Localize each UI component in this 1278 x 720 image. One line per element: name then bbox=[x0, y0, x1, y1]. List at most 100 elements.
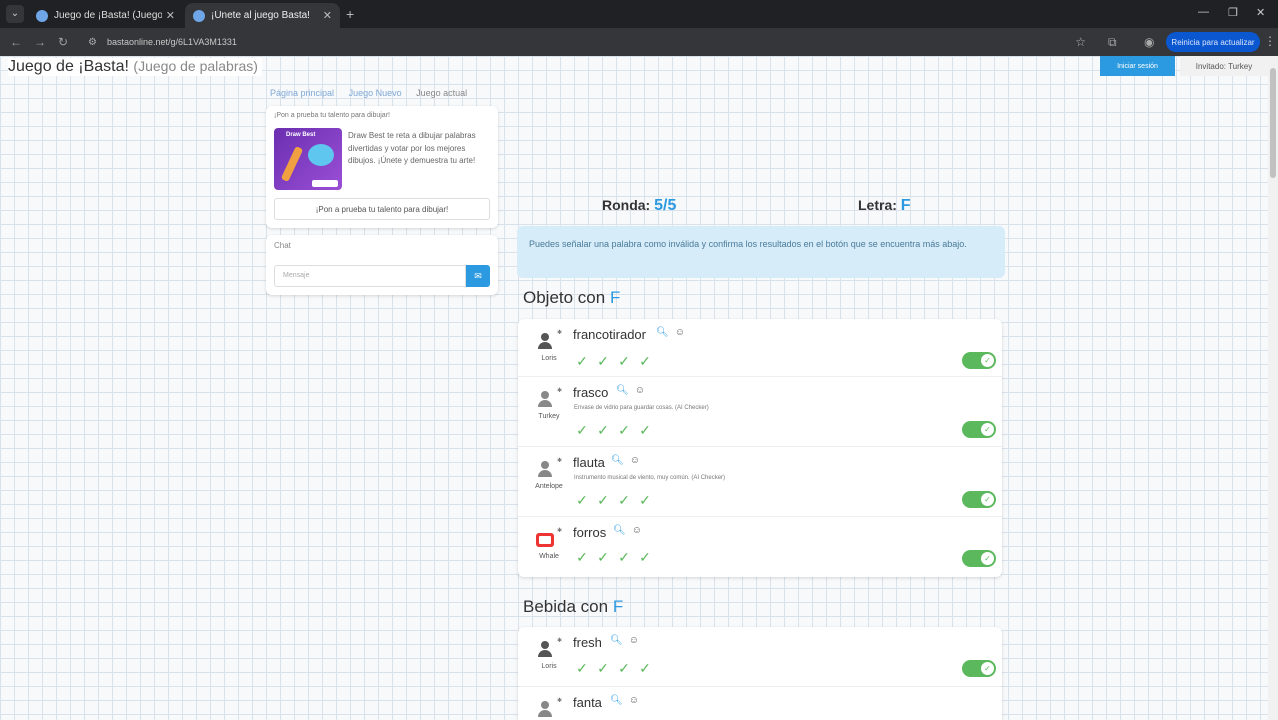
check-icon[interactable]: ✓ bbox=[574, 660, 590, 676]
search-icon[interactable]: 🔍︎ bbox=[656, 327, 669, 338]
asterisk-icon: ✱ bbox=[557, 458, 563, 464]
check-icon[interactable]: ✓ bbox=[574, 492, 590, 508]
close-tab-icon[interactable]: ✕ bbox=[166, 9, 175, 22]
send-message-icon[interactable]: ✉ bbox=[466, 265, 490, 287]
check-icon[interactable]: ✓ bbox=[595, 353, 611, 369]
valid-toggle[interactable]: ✓ bbox=[962, 660, 996, 677]
check-icon[interactable]: ✓ bbox=[616, 660, 632, 676]
player-avatar-icon bbox=[536, 461, 554, 479]
player-avatar-icon bbox=[536, 333, 554, 351]
asterisk-icon: ✱ bbox=[557, 528, 563, 534]
promo-logo-text: Draw Best bbox=[286, 132, 316, 138]
site-title-main: Juego de ¡Basta! bbox=[8, 58, 129, 75]
vote-checks: ✓ ✓ ✓ ✓ bbox=[574, 660, 653, 676]
search-icon[interactable]: 🔍︎ bbox=[616, 385, 629, 396]
chat-card: Chat Mensaje ✉ bbox=[266, 235, 498, 295]
extensions-icon[interactable]: ⧉ bbox=[1108, 35, 1117, 50]
scrollbar-thumb[interactable] bbox=[1270, 68, 1276, 178]
login-button[interactable]: Iniciar sesión bbox=[1100, 56, 1175, 76]
check-icon[interactable]: ✓ bbox=[616, 549, 632, 565]
update-button[interactable]: Reinicia para actualizar bbox=[1166, 32, 1260, 52]
check-icon[interactable]: ✓ bbox=[616, 353, 632, 369]
tab-label: ¡Únete al juego Basta! bbox=[211, 10, 310, 21]
page-title: Juego de ¡Basta! (Juego de palabras) bbox=[8, 58, 262, 76]
minimize-icon[interactable]: — bbox=[1198, 6, 1209, 18]
word-actions: 🔍︎ ☺ bbox=[610, 635, 639, 646]
check-icon[interactable]: ✓ bbox=[595, 549, 611, 565]
category-card: ✱ Loris francotirador 🔍︎ ☺ ✓ ✓ ✓ ✓ ✓ ✱ Tu… bbox=[518, 319, 1002, 577]
check-icon[interactable]: ✓ bbox=[637, 660, 653, 676]
emoji-face-icon[interactable]: ☺ bbox=[635, 385, 645, 396]
word-entry: ✱ Loris francotirador 🔍︎ ☺ ✓ ✓ ✓ ✓ ✓ bbox=[518, 319, 1002, 377]
maximize-icon[interactable]: ❐ bbox=[1228, 6, 1238, 19]
emoji-face-icon[interactable]: ☺ bbox=[675, 327, 685, 338]
check-icon[interactable]: ✓ bbox=[595, 492, 611, 508]
breadcrumb-new-game[interactable]: Juego Nuevo bbox=[349, 88, 402, 98]
vote-checks: ✓ ✓ ✓ ✓ bbox=[574, 492, 653, 508]
new-tab-icon[interactable]: + bbox=[346, 6, 354, 22]
word-entry: ✱ Turkey frasco 🔍︎ ☺ Envase de vidrio par… bbox=[518, 377, 1002, 447]
check-icon[interactable]: ✓ bbox=[637, 549, 653, 565]
browser-toolbar: ← → ↻ ⚙ bastaonline.net/g/6L1VA3M1331 ☆ … bbox=[0, 28, 1278, 56]
word-text: fresh bbox=[573, 635, 602, 650]
promo-button[interactable]: ¡Pon a prueba tu talento para dibujar! bbox=[274, 198, 490, 220]
check-icon[interactable]: ✓ bbox=[595, 422, 611, 438]
search-icon[interactable]: 🔍︎ bbox=[610, 695, 623, 706]
valid-toggle[interactable]: ✓ bbox=[962, 550, 996, 567]
letter-value: F bbox=[900, 197, 911, 214]
address-bar[interactable]: ⚙ bastaonline.net/g/6L1VA3M1331 ☆ bbox=[82, 32, 1092, 52]
check-icon[interactable]: ✓ bbox=[616, 492, 632, 508]
check-icon[interactable]: ✓ bbox=[616, 422, 632, 438]
asterisk-icon: ✱ bbox=[557, 698, 563, 704]
url-text[interactable]: bastaonline.net/g/6L1VA3M1331 bbox=[107, 37, 237, 47]
vote-checks: ✓ ✓ ✓ ✓ bbox=[574, 422, 653, 438]
promo-description: Draw Best te reta a dibujar palabras div… bbox=[348, 131, 476, 165]
word-actions: 🔍︎ ☺ bbox=[611, 455, 640, 466]
check-icon[interactable]: ✓ bbox=[637, 353, 653, 369]
profile-icon[interactable]: ◉ bbox=[1144, 35, 1154, 49]
page-scrollbar[interactable] bbox=[1268, 56, 1278, 720]
forward-icon[interactable]: → bbox=[34, 35, 46, 49]
back-icon[interactable]: ← bbox=[10, 35, 22, 49]
check-icon[interactable]: ✓ bbox=[574, 353, 590, 369]
check-icon: ✓ bbox=[981, 354, 994, 367]
ai-hint: Instrumento musical de viento, muy común… bbox=[574, 475, 726, 481]
tab-search-icon[interactable]: ⌄ bbox=[6, 5, 24, 23]
site-info-icon[interactable]: ⚙ bbox=[88, 37, 97, 48]
page-content: Juego de ¡Basta! (Juego de palabras) Ini… bbox=[0, 56, 1268, 720]
chat-message-input[interactable]: Mensaje bbox=[274, 265, 466, 287]
emoji-face-icon[interactable]: ☺ bbox=[630, 455, 640, 466]
check-icon[interactable]: ✓ bbox=[574, 549, 590, 565]
close-window-icon[interactable]: ✕ bbox=[1256, 6, 1265, 19]
browser-tab-2[interactable]: ¡Únete al juego Basta! ✕ bbox=[185, 3, 340, 28]
close-tab-icon[interactable]: ✕ bbox=[323, 9, 332, 22]
emoji-face-icon[interactable]: ☺ bbox=[629, 695, 639, 706]
search-icon[interactable]: 🔍︎ bbox=[610, 635, 623, 646]
guest-user-label[interactable]: Invitado: Turkey bbox=[1180, 56, 1268, 76]
check-icon[interactable]: ✓ bbox=[637, 422, 653, 438]
player-name: Loris bbox=[541, 355, 557, 362]
emoji-face-icon[interactable]: ☺ bbox=[629, 635, 639, 646]
check-icon[interactable]: ✓ bbox=[595, 660, 611, 676]
emoji-face-icon[interactable]: ☺ bbox=[632, 525, 642, 536]
check-icon[interactable]: ✓ bbox=[637, 492, 653, 508]
promo-card: ¡Pon a prueba tu talento para dibujar! D… bbox=[266, 106, 498, 228]
valid-toggle[interactable]: ✓ bbox=[962, 421, 996, 438]
search-icon[interactable]: 🔍︎ bbox=[613, 525, 626, 536]
bookmark-star-icon[interactable]: ☆ bbox=[1075, 35, 1086, 49]
word-entry: ✱ fanta 🔍︎ ☺ bbox=[518, 687, 1002, 720]
search-icon[interactable]: 🔍︎ bbox=[611, 455, 624, 466]
browser-tab-1[interactable]: Juego de ¡Basta! (Juego Stop, Tutti... ✕ bbox=[28, 3, 183, 28]
valid-toggle[interactable]: ✓ bbox=[962, 352, 996, 369]
check-icon[interactable]: ✓ bbox=[574, 422, 590, 438]
letter-label: Letra: bbox=[858, 197, 897, 213]
draw-best-logo-image[interactable]: Draw Best bbox=[274, 128, 342, 190]
browser-menu-icon[interactable]: ⋮ bbox=[1264, 34, 1276, 48]
breadcrumb-home[interactable]: Página principal bbox=[270, 88, 334, 98]
asterisk-icon: ✱ bbox=[557, 330, 563, 336]
word-text: fanta bbox=[573, 695, 602, 710]
reload-icon[interactable]: ↻ bbox=[58, 35, 68, 49]
site-favicon-icon bbox=[36, 9, 48, 22]
category-letter: F bbox=[612, 597, 624, 616]
valid-toggle[interactable]: ✓ bbox=[962, 491, 996, 508]
